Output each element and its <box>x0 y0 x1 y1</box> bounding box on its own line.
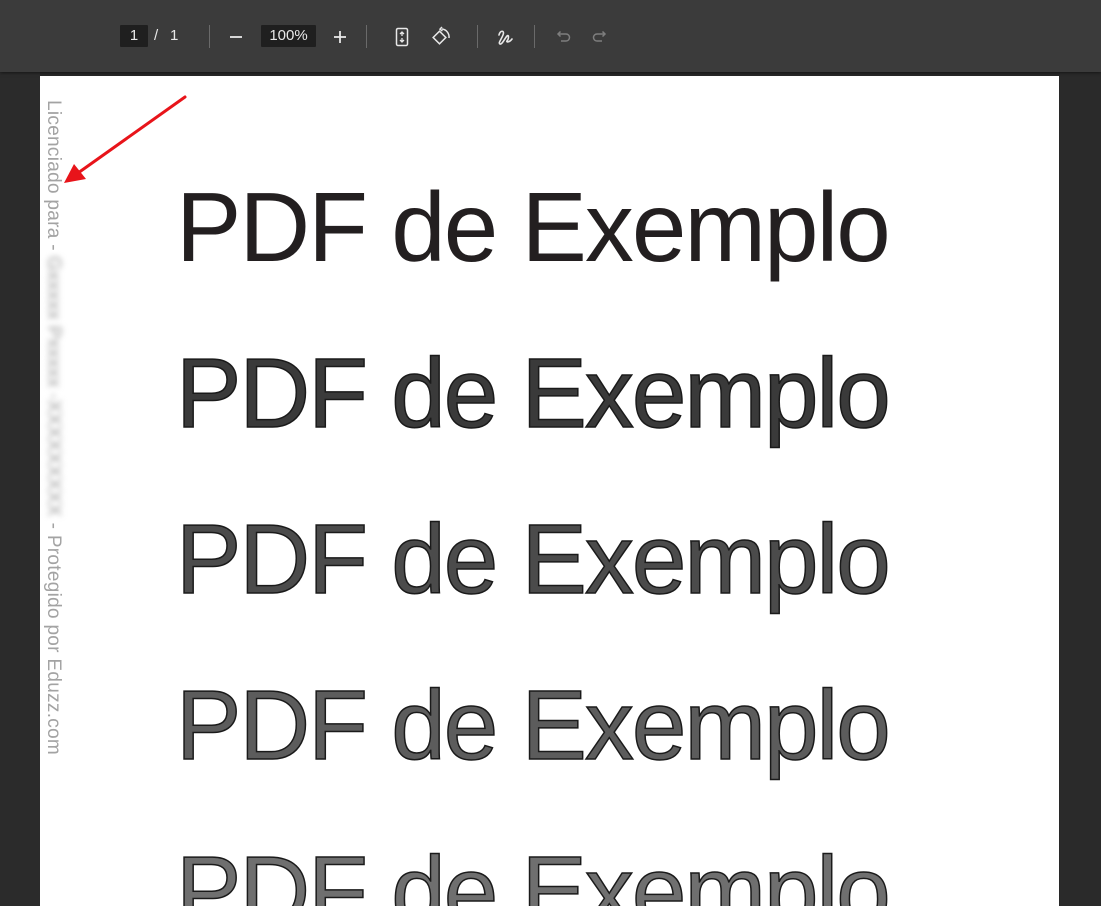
viewer-left-margin <box>0 72 40 906</box>
draw-icon <box>494 26 516 48</box>
undo-icon <box>553 28 571 46</box>
plus-icon <box>332 29 348 45</box>
watermark-prefix: Licenciado para - <box>43 100 64 257</box>
draw-button[interactable] <box>492 24 518 50</box>
sample-text-line: PDF de Exemplo <box>176 172 891 282</box>
watermark-suffix: - Protegido por Eduzz.com <box>43 517 64 756</box>
sample-text-line: PDF de Exemplo <box>175 337 891 449</box>
toolbar-divider <box>477 25 478 48</box>
watermark-blurred-name: Gxxxxx Pxxxxx - <box>43 256 64 401</box>
sample-text-line: PDF de Exemplo <box>175 669 891 781</box>
sample-text-line: PDF de Exemplo <box>175 835 891 906</box>
zoom-out-button[interactable] <box>223 24 249 50</box>
pdf-toolbar: 1 / 1 100% <box>0 0 1101 72</box>
viewer-right-margin <box>1060 72 1101 906</box>
redo-button[interactable] <box>588 24 614 50</box>
undo-button[interactable] <box>549 24 575 50</box>
zoom-input[interactable]: 100% <box>261 25 316 47</box>
redo-icon <box>592 28 610 46</box>
toolbar-divider <box>209 25 210 48</box>
watermark-blurred-id: XXXXXXXXX <box>43 400 64 518</box>
page-number-input[interactable]: 1 <box>120 25 148 47</box>
rotate-icon <box>430 26 452 48</box>
toolbar-divider <box>366 25 367 48</box>
pdf-page[interactable]: Licenciado para - Gxxxxx Pxxxxx - XXXXXX… <box>40 76 1059 906</box>
license-watermark: Licenciado para - Gxxxxx Pxxxxx - XXXXXX… <box>42 100 64 755</box>
sample-text-line: PDF de Exemplo <box>175 503 891 615</box>
zoom-in-button[interactable] <box>327 24 353 50</box>
toolbar-divider <box>534 25 535 48</box>
fit-page-icon <box>394 27 410 47</box>
pdf-viewer[interactable]: Licenciado para - Gxxxxx Pxxxxx - XXXXXX… <box>0 72 1101 906</box>
rotate-button[interactable] <box>428 24 454 50</box>
page-count: 1 <box>170 27 179 44</box>
fit-page-button[interactable] <box>389 24 415 50</box>
page-separator: / <box>154 27 159 44</box>
minus-icon <box>228 29 244 45</box>
